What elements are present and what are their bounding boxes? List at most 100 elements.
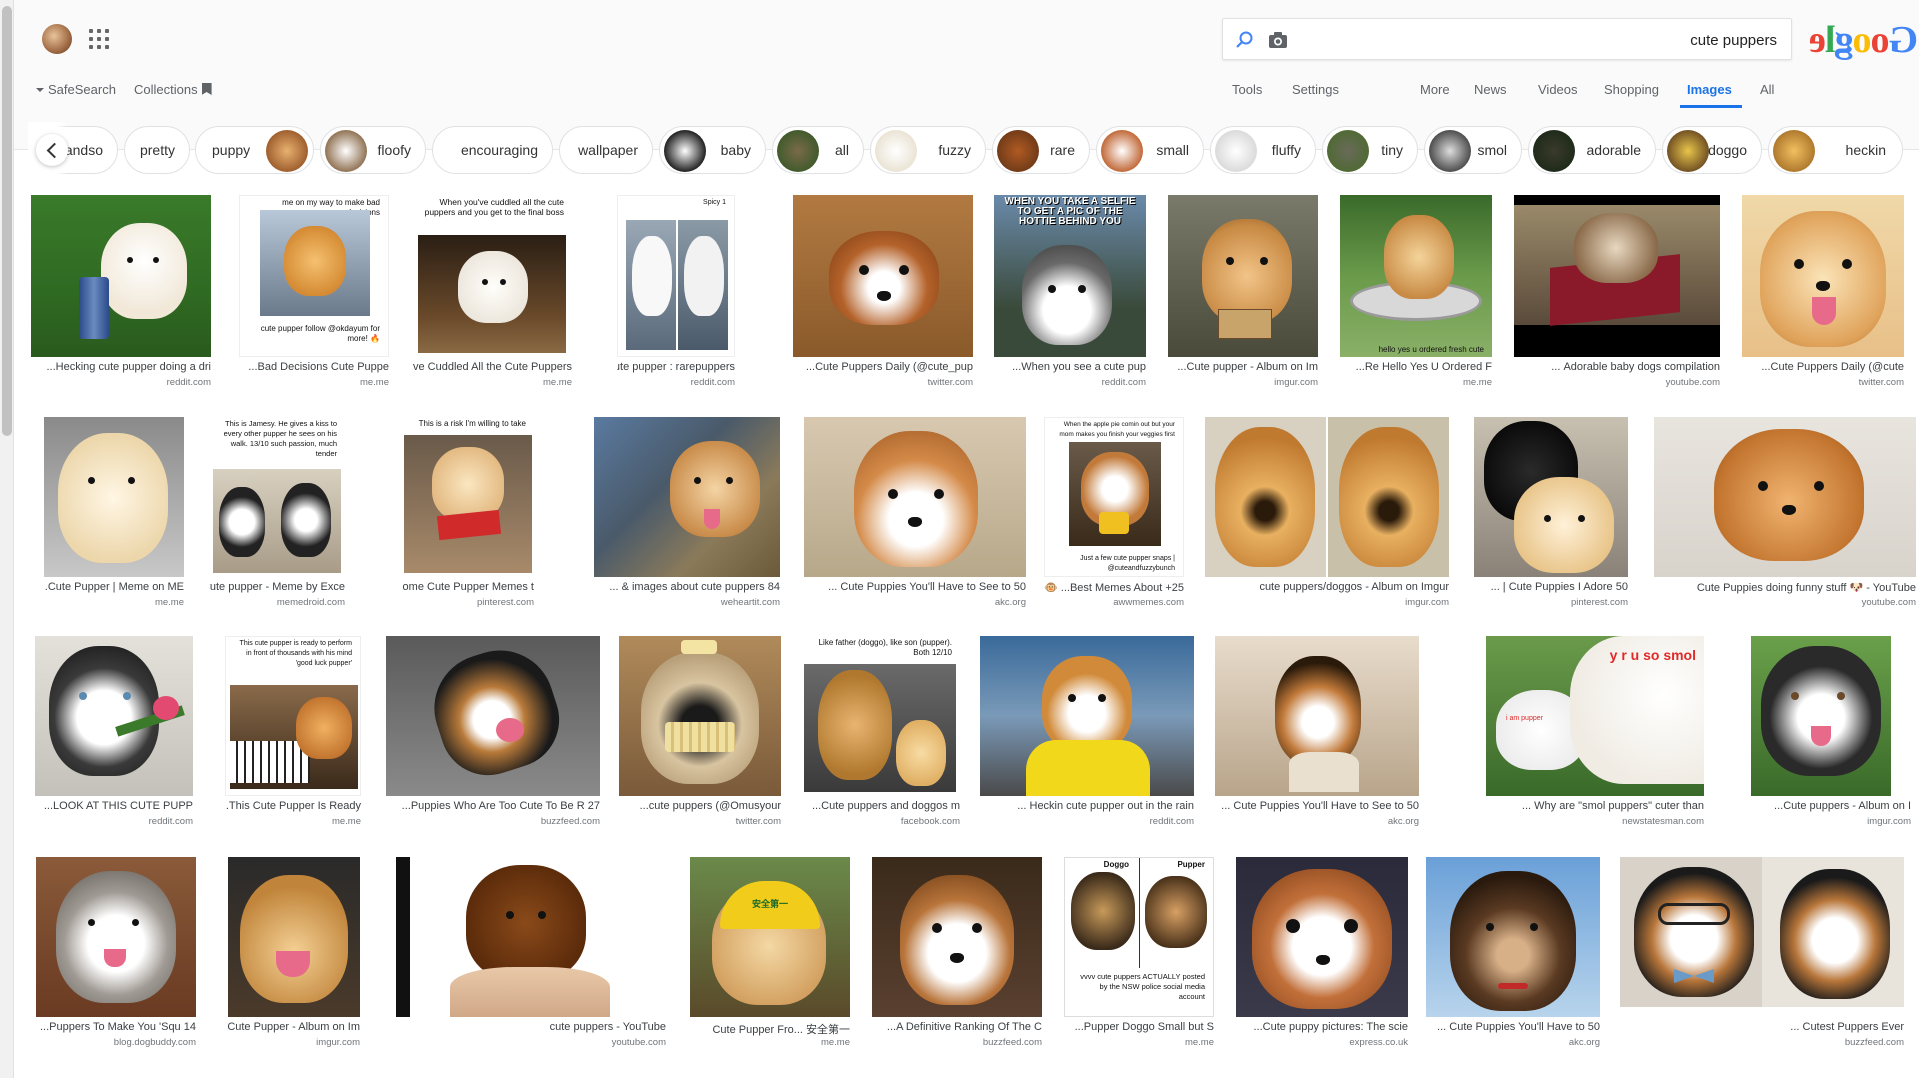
chip-baby[interactable]: baby	[659, 126, 766, 174]
result-caption[interactable]: Cute pupper : rarepuppers	[617, 361, 735, 373]
image-result[interactable]: 50 Cute Puppies I Adore | ... pinterest.…	[1474, 417, 1628, 608]
result-image[interactable]: This is Jamesy. He gives a kiss to every…	[209, 417, 345, 577]
result-image[interactable]	[35, 636, 193, 796]
tab-all[interactable]: All	[1760, 82, 1774, 97]
image-result[interactable]: 27 Puppies Who Are Too Cute To Be R... b…	[386, 636, 600, 827]
image-result[interactable]: Adorable baby dogs compilation ... youtu…	[1514, 195, 1720, 388]
result-image[interactable]: When you've cuddled all the cute puppers…	[412, 195, 572, 357]
result-image[interactable]	[396, 857, 666, 1017]
result-image[interactable]	[1215, 636, 1419, 796]
image-result[interactable]: LOOK AT THIS CUTE PUPP... reddit.com	[35, 636, 193, 827]
result-image[interactable]	[872, 857, 1042, 1017]
image-result[interactable]: cute puppers - YouTube youtube.com	[396, 857, 666, 1048]
chip-fluffy[interactable]: fluffy	[1210, 126, 1316, 174]
result-caption[interactable]: 84 images about cute puppers & ...	[594, 581, 780, 593]
result-image[interactable]	[36, 857, 196, 1017]
result-caption[interactable]: cute puppers - YouTube	[396, 1021, 666, 1033]
image-result[interactable]: Heckin cute pupper out in the rain ... r…	[980, 636, 1194, 827]
result-image[interactable]	[1620, 857, 1904, 1007]
result-image[interactable]: hello yes u ordered fresh cute	[1340, 195, 1492, 357]
result-image[interactable]: y r u so smol i am pupper	[1486, 636, 1704, 796]
result-caption[interactable]: 14 Puppers To Make You 'Squ...	[36, 1021, 196, 1033]
chip-smol[interactable]: smol	[1424, 126, 1522, 174]
result-caption[interactable]: 27 Puppies Who Are Too Cute To Be R...	[386, 800, 600, 812]
result-caption[interactable]: Cutest Puppers Ever ...	[1620, 1021, 1904, 1033]
image-result[interactable]: Cute Pupper - Album on Im... imgur.com	[228, 857, 360, 1048]
image-result[interactable]: This is a risk I'm willing to take Some …	[402, 417, 534, 608]
result-image[interactable]: WHEN YOU TAKE A SELFIE TO GET A PIC OF T…	[994, 195, 1146, 357]
result-caption[interactable]: Cute puppers and doggos m...	[800, 800, 960, 812]
image-result[interactable]: This is Jamesy. He gives a kiss to every…	[209, 417, 345, 608]
result-caption[interactable]: Re Hello Yes U Ordered F...	[1340, 361, 1492, 373]
tab-shopping[interactable]: Shopping	[1604, 82, 1659, 97]
result-caption[interactable]: Cute Pupper Fro... 安全第一	[690, 1021, 850, 1037]
chip-doggo[interactable]: doggo	[1662, 126, 1762, 174]
image-result[interactable]: 安全第一 Cute Pupper Fro... 安全第一 me.me	[690, 857, 850, 1048]
tab-more[interactable]: More	[1420, 82, 1450, 97]
result-caption[interactable]: Cute pupper - Album on Im...	[1168, 361, 1318, 373]
chip-encouraging[interactable]: encouraging	[432, 126, 553, 174]
result-image[interactable]	[44, 417, 184, 577]
chip-small[interactable]: small	[1096, 126, 1204, 174]
result-image[interactable]	[31, 195, 211, 357]
tab-settings[interactable]: Settings	[1292, 82, 1339, 97]
result-image[interactable]	[1236, 857, 1408, 1017]
image-result[interactable]: Cute puppy pictures: The scie... express…	[1236, 857, 1408, 1048]
result-caption[interactable]: Cute puppers - Album on I...	[1751, 800, 1911, 812]
result-image[interactable]: me on my way to make bad decisions cute …	[239, 195, 389, 357]
collections-link[interactable]: Collections	[134, 82, 212, 97]
chevron-left-icon[interactable]	[36, 134, 68, 166]
result-caption[interactable]: A Definitive Ranking Of The C...	[872, 1021, 1042, 1033]
image-result[interactable]: hello yes u ordered fresh cute Re Hello …	[1340, 195, 1492, 388]
image-result[interactable]: Cute Puppies doing funny stuff 🐶 - YouTu…	[1654, 417, 1916, 608]
result-caption[interactable]: Cute Pupper | Meme on ME...	[44, 581, 184, 593]
result-caption[interactable]: Cute Puppers Daily (@cute...	[1742, 361, 1904, 373]
chip-all[interactable]: all	[772, 126, 864, 174]
result-caption[interactable]: 50 Cute Puppies You'll Have to See to ..…	[804, 581, 1026, 593]
chip-puppy[interactable]: puppy	[195, 126, 314, 174]
result-image[interactable]: 安全第一	[690, 857, 850, 1017]
result-image[interactable]	[804, 417, 1026, 577]
result-caption[interactable]: Hecking cute pupper doing a dri...	[31, 361, 212, 373]
result-caption[interactable]: Adorable baby dogs compilation ...	[1514, 361, 1720, 373]
result-caption[interactable]: 50 Cute Puppies I Adore | ...	[1474, 581, 1628, 593]
image-result[interactable]: cute puppers (@Omusyour... twitter.com	[619, 636, 781, 827]
result-image[interactable]	[1205, 417, 1449, 577]
safesearch-toggle[interactable]: SafeSearch	[36, 82, 116, 97]
tab-images[interactable]: Images	[1687, 82, 1732, 97]
result-caption[interactable]: This Cute Pupper Is Ready...	[225, 800, 361, 812]
result-caption[interactable]: cute puppers (@Omusyour...	[619, 800, 781, 812]
tab-tools[interactable]: Tools	[1232, 82, 1262, 97]
image-result[interactable]: Spicy 1 Cute pupper : rarepuppers reddit…	[617, 195, 735, 388]
image-result[interactable]: 50 Cute Puppies You'll Have to See to ..…	[1215, 636, 1419, 827]
chip-heckin[interactable]: heckin	[1768, 126, 1903, 174]
page-scrollbar[interactable]	[0, 0, 14, 1078]
result-caption[interactable]: Cute pupper - Meme by Exce...	[209, 581, 345, 593]
chip-pretty[interactable]: pretty	[124, 126, 190, 174]
image-result[interactable]: 84 images about cute puppers & ... wehea…	[594, 417, 780, 608]
result-image[interactable]	[793, 195, 973, 357]
chips-scroll-left[interactable]	[28, 122, 68, 178]
image-result[interactable]: Cutest Puppers Ever ... buzzfeed.com	[1620, 857, 1904, 1048]
account-avatar[interactable]	[42, 24, 72, 54]
image-result[interactable]: When you've cuddled all the cute puppers…	[412, 195, 572, 388]
image-result[interactable]: WHEN YOU TAKE A SELFIE TO GET A PIC OF T…	[994, 195, 1146, 388]
result-caption[interactable]: 50 Cute Puppies You'll Have to ...	[1426, 1021, 1600, 1033]
result-image[interactable]	[1474, 417, 1628, 577]
result-caption[interactable]: Why are "smol puppers" cuter than ...	[1486, 800, 1704, 812]
result-image[interactable]	[594, 417, 780, 577]
image-result[interactable]: 14 Puppers To Make You 'Squ... blog.dogb…	[36, 857, 196, 1048]
result-caption[interactable]: Cute Puppers Daily (@cute_pup...	[793, 361, 973, 373]
image-result[interactable]: Pupper Doggo vvvv cute puppers ACTUALLY …	[1064, 857, 1214, 1048]
result-image[interactable]	[1426, 857, 1600, 1017]
result-image[interactable]: This is a risk I'm willing to take	[402, 417, 534, 577]
result-image[interactable]	[386, 636, 600, 796]
result-image[interactable]	[1742, 195, 1904, 357]
camera-icon[interactable]	[1267, 30, 1289, 50]
image-result[interactable]: This cute pupper is ready to perform in …	[225, 636, 361, 827]
result-image[interactable]: This cute pupper is ready to perform in …	[225, 636, 361, 796]
chip-tiny[interactable]: tiny	[1322, 126, 1418, 174]
chip-floofy[interactable]: floofy	[320, 126, 426, 174]
image-result[interactable]: 50 Cute Puppies You'll Have to ... akc.o…	[1426, 857, 1600, 1048]
result-image[interactable]	[228, 857, 360, 1017]
